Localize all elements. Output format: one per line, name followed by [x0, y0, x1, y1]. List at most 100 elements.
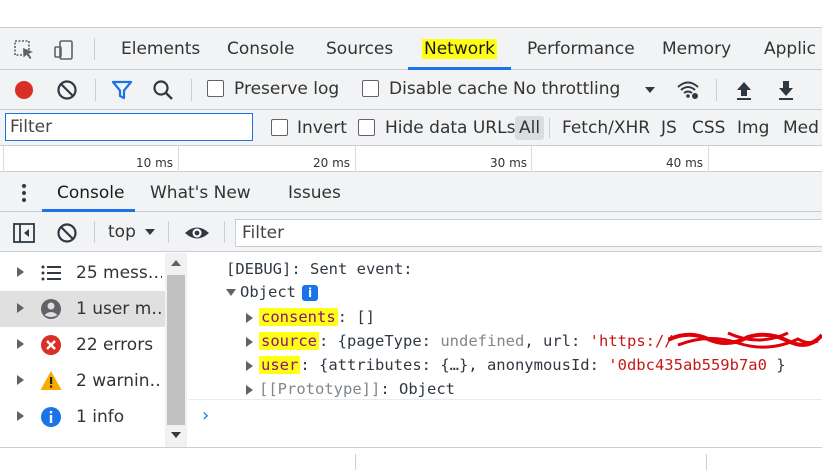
sidebar-item-label: 25 mess…: [76, 263, 162, 283]
expand-arrow-icon[interactable]: [17, 339, 24, 349]
console-filter-input[interactable]: [235, 219, 822, 247]
inspect-element-icon[interactable]: [12, 38, 36, 62]
console-prompt-icon[interactable]: ›: [202, 405, 209, 426]
object-prop-consents[interactable]: consents: []: [246, 307, 375, 327]
type-filter-fetch-xhr[interactable]: Fetch/XHR: [558, 116, 654, 140]
sidebar-item-messages[interactable]: 25 mess…: [0, 255, 165, 291]
expand-arrow-icon[interactable]: [246, 384, 253, 395]
throttling-select[interactable]: No throttling: [513, 78, 620, 100]
tab-console[interactable]: Console: [227, 38, 295, 60]
disable-cache-checkbox[interactable]: [362, 80, 379, 97]
filter-funnel-icon[interactable]: [110, 78, 134, 102]
scroll-down-icon[interactable]: [170, 431, 182, 439]
tab-sources[interactable]: Sources: [326, 38, 393, 60]
export-har-icon[interactable]: [774, 78, 798, 102]
sidebar-item-info[interactable]: 1 info: [0, 399, 165, 435]
sidebar-item-user-messages[interactable]: 1 user m…: [0, 291, 165, 327]
context-select-value: top: [108, 222, 136, 242]
preserve-log-label: Preserve log: [234, 79, 340, 99]
scrollbar-thumb[interactable]: [167, 275, 185, 425]
console-debug-message: [DEBUG]: Sent event:: [226, 260, 413, 278]
redaction-scribble: [668, 331, 822, 349]
prop-key: user: [259, 356, 301, 374]
context-select[interactable]: top: [108, 221, 136, 243]
console-toolbar: top: [0, 212, 822, 252]
timeline-gridline: [708, 146, 709, 172]
scroll-up-icon[interactable]: [170, 259, 182, 267]
type-filter-js[interactable]: JS: [657, 116, 681, 140]
expand-arrow-icon[interactable]: [246, 336, 253, 347]
tab-network[interactable]: Network: [422, 38, 497, 60]
tab-application[interactable]: Applic: [764, 38, 816, 60]
hide-data-urls-checkbox[interactable]: [358, 119, 375, 136]
expand-arrow-icon[interactable]: [17, 411, 24, 421]
user-icon: [41, 299, 61, 319]
network-toolbar: Preserve log Disable cache No throttling: [0, 70, 822, 110]
prop-key: consents: [259, 308, 338, 326]
chevron-down-icon[interactable]: [640, 80, 660, 100]
network-conditions-icon[interactable]: [676, 78, 700, 102]
preserve-log-checkbox[interactable]: [207, 80, 224, 97]
tab-elements[interactable]: Elements: [121, 38, 200, 60]
clear-console-icon[interactable]: [55, 221, 79, 245]
sidebar-item-label: 1 user m…: [76, 299, 162, 319]
expand-arrow-icon[interactable]: [17, 375, 24, 385]
expand-arrow-icon[interactable]: [17, 303, 24, 313]
clear-icon[interactable]: [55, 78, 79, 102]
type-filter-img[interactable]: Img: [733, 116, 773, 140]
device-toolbar-icon[interactable]: [52, 38, 76, 62]
tab-network-label: Network: [422, 39, 497, 59]
network-filter-input[interactable]: [5, 113, 253, 141]
sidebar-scrollbar[interactable]: [165, 253, 187, 447]
object-prop-source[interactable]: source: {pageType: undefined, url: 'http…: [246, 331, 674, 351]
drawer-tabbar: Console What's New Issues: [0, 172, 822, 212]
import-har-icon[interactable]: [732, 78, 756, 102]
more-options-icon[interactable]: [16, 182, 32, 204]
object-prop-prototype[interactable]: [[Prototype]]: Object: [246, 379, 455, 399]
type-filter-all[interactable]: All: [515, 116, 545, 140]
sidebar-item-warnings[interactable]: 2 warnin…: [0, 363, 165, 399]
sidebar-item-label: 2 warnin…: [76, 371, 162, 391]
object-prop-user[interactable]: user: {attributes: {…}, anonymousId: '0d…: [246, 355, 786, 375]
record-icon[interactable]: [12, 78, 36, 102]
prop-key: source: [259, 332, 319, 350]
expand-arrow-icon[interactable]: [246, 360, 253, 371]
drawer-tab-console[interactable]: Console: [57, 182, 125, 204]
chevron-down-icon[interactable]: [142, 224, 158, 240]
prop-value-id: '0dbc435ab559b7a0: [608, 356, 767, 374]
toolbar-divider: [94, 38, 95, 60]
timeline-gridline: [3, 146, 4, 172]
tab-memory[interactable]: Memory: [662, 38, 731, 60]
hide-data-urls-label: Hide data URLs: [385, 118, 516, 138]
timeline-gridline: [178, 146, 179, 172]
toolbar-divider: [94, 221, 95, 243]
bottom-strip: [0, 447, 822, 470]
search-icon[interactable]: [151, 78, 175, 102]
tab-performance[interactable]: Performance: [527, 38, 635, 60]
info-badge-icon[interactable]: i: [302, 284, 318, 301]
toolbar-divider: [168, 221, 169, 243]
list-icon: [41, 265, 61, 281]
invert-checkbox[interactable]: [271, 119, 288, 136]
console-object-row[interactable]: Object i: [226, 282, 318, 302]
drawer-tab-whats-new[interactable]: What's New: [150, 182, 251, 204]
invert-label: Invert: [297, 118, 347, 138]
network-filter-bar: Invert Hide data URLs All Fetch/XHR JS C…: [0, 110, 822, 146]
type-filter-css[interactable]: CSS: [688, 116, 729, 140]
live-expression-eye-icon[interactable]: [184, 221, 210, 245]
sidebar-toggle-icon[interactable]: [12, 221, 36, 245]
drawer-tab-issues[interactable]: Issues: [288, 182, 341, 204]
expand-arrow-icon[interactable]: [246, 312, 253, 323]
network-timeline-overview[interactable]: 10 ms 20 ms 30 ms 40 ms: [0, 146, 822, 172]
collapse-arrow-icon[interactable]: [226, 289, 236, 296]
expand-arrow-icon[interactable]: [17, 267, 24, 277]
toolbar-divider: [224, 221, 225, 243]
sidebar-item-label: 1 info: [76, 407, 125, 427]
disable-cache-label: Disable cache: [389, 79, 508, 99]
error-icon: [41, 335, 61, 355]
type-filter-media[interactable]: Med: [779, 116, 822, 140]
column-divider: [355, 454, 356, 470]
sidebar-item-errors[interactable]: 22 errors: [0, 327, 165, 363]
prop-value: Object: [399, 380, 455, 398]
info-icon: [41, 407, 61, 427]
